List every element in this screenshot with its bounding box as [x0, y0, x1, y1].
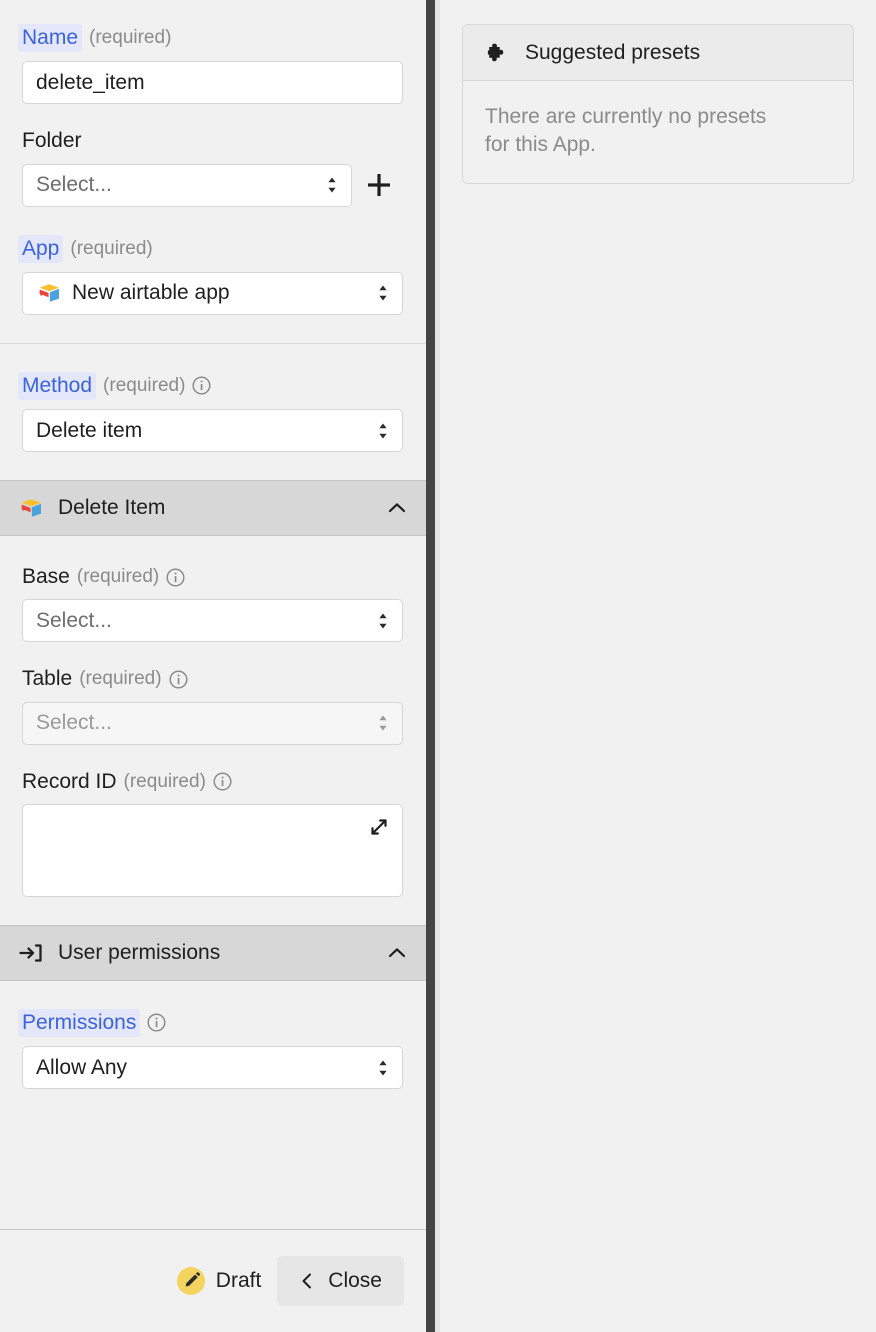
presets-empty-message: There are currently no presets for this … [485, 105, 767, 157]
footer-bar: Draft Close [0, 1229, 426, 1332]
name-required-text: (required) [89, 27, 172, 49]
login-arrow-icon [18, 940, 44, 966]
field-app: App (required) New airtable app [0, 234, 426, 315]
suggested-presets-card: Suggested presets There are currently no… [462, 24, 854, 184]
left-config-panel: Name (required) delete_item Folder Selec… [0, 0, 426, 1332]
info-icon[interactable] [166, 568, 185, 587]
base-select[interactable]: Select... [22, 599, 403, 643]
panel-divider[interactable] [426, 0, 435, 1332]
close-button[interactable]: Close [277, 1256, 404, 1306]
name-input[interactable]: delete_item [22, 61, 403, 105]
info-icon[interactable] [169, 670, 188, 689]
folder-row: Select... [22, 163, 404, 207]
table-required-text: (required) [79, 668, 162, 690]
chevron-left-icon [299, 1271, 315, 1291]
chevron-updown-icon [377, 611, 389, 631]
app-label-row: App (required) [18, 234, 404, 263]
permissions-label-row: Permissions [18, 1008, 404, 1037]
record-id-label-row: Record ID (required) [22, 769, 404, 795]
table-select-value: Select... [36, 711, 112, 734]
section-header-delete-item[interactable]: Delete Item [0, 480, 426, 536]
left-panel-scroll-area[interactable]: Name (required) delete_item Folder Selec… [0, 0, 426, 1229]
airtable-icon [36, 280, 62, 306]
chevron-up-icon[interactable] [386, 942, 408, 964]
section-title-delete-item: Delete Item [58, 496, 166, 519]
suggested-presets-title: Suggested presets [525, 40, 701, 64]
field-folder: Folder Select... [0, 128, 426, 207]
method-required-text: (required) [103, 374, 186, 396]
base-label-row: Base (required) [22, 564, 404, 590]
chevron-updown-icon [326, 175, 338, 195]
chevron-updown-icon [377, 713, 389, 733]
puzzle-piece-icon [485, 41, 509, 65]
add-folder-button[interactable] [365, 171, 393, 199]
pencil-icon [176, 1267, 205, 1295]
record-id-textarea[interactable] [22, 803, 403, 897]
chevron-updown-icon [377, 283, 389, 303]
info-icon[interactable] [192, 376, 211, 395]
folder-label: Folder [22, 129, 82, 153]
chevron-updown-icon [377, 421, 389, 441]
table-select[interactable]: Select... [22, 701, 403, 745]
base-select-value: Select... [36, 608, 112, 632]
field-name: Name (required) delete_item [0, 24, 426, 105]
record-id-label: Record ID [22, 769, 117, 793]
method-label: Method [18, 371, 97, 400]
right-presets-panel: Suggested presets There are currently no… [440, 0, 876, 1332]
method-select-value: Delete item [36, 418, 143, 442]
method-label-row: Method (required) [18, 371, 404, 400]
info-icon[interactable] [213, 772, 232, 791]
close-button-label: Close [328, 1269, 382, 1292]
record-id-required-text: (required) [123, 770, 206, 792]
folder-label-row: Folder [22, 128, 404, 154]
app-label: App [18, 234, 64, 263]
chevron-updown-icon [377, 1058, 389, 1078]
name-label: Name [18, 24, 83, 53]
suggested-presets-header[interactable]: Suggested presets [463, 25, 853, 81]
info-icon[interactable] [147, 1013, 166, 1032]
folder-select[interactable]: Select... [22, 163, 352, 207]
name-label-row: Name (required) [18, 24, 404, 53]
draft-label: Draft [215, 1269, 262, 1292]
table-label-row: Table (required) [22, 666, 404, 692]
chevron-up-icon[interactable] [386, 497, 408, 519]
method-select[interactable]: Delete item [22, 409, 403, 452]
draft-status[interactable]: Draft [161, 1259, 278, 1303]
base-label: Base [22, 565, 70, 588]
suggested-presets-body: There are currently no presets for this … [463, 81, 853, 183]
permissions-select-value: Allow Any [36, 1055, 128, 1079]
base-required-text: (required) [76, 566, 160, 588]
folder-select-value: Select... [36, 173, 112, 196]
field-table: Table (required) Select... [0, 666, 426, 745]
app-required-text: (required) [70, 237, 153, 259]
field-permissions: Permissions Allow Any [0, 1008, 426, 1089]
expand-diagonal-icon[interactable] [367, 815, 391, 839]
airtable-icon [18, 495, 44, 521]
app-select-value: New airtable app [72, 281, 230, 305]
app-select[interactable]: New airtable app [22, 271, 403, 315]
section-header-user-permissions[interactable]: User permissions [0, 924, 426, 981]
field-base: Base (required) Select... [0, 564, 426, 643]
table-label: Table [22, 667, 73, 691]
section-title-user-permissions: User permissions [58, 940, 221, 964]
permissions-label: Permissions [18, 1008, 141, 1037]
permissions-select[interactable]: Allow Any [22, 1046, 403, 1089]
field-method: Method (required) Delete item [0, 371, 426, 452]
field-record-id: Record ID (required) [0, 769, 426, 897]
app-screen: Name (required) delete_item Folder Selec… [0, 0, 876, 1332]
